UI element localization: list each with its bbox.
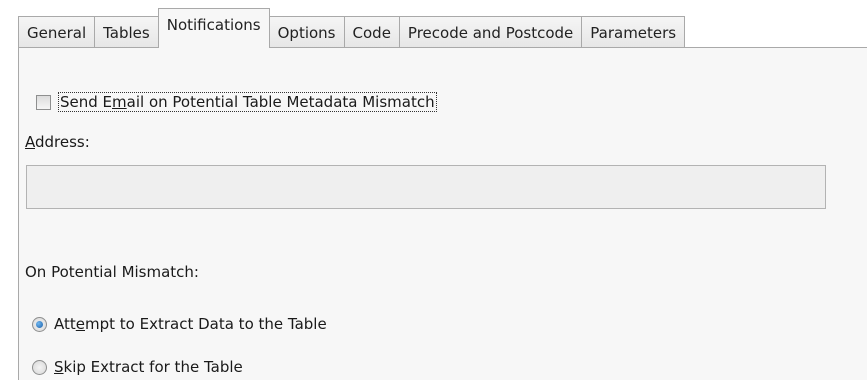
skip-extract-option[interactable]: Skip Extract for the Table	[32, 358, 243, 376]
tab-strip: General Tables Notifications Options Cod…	[18, 0, 686, 48]
address-field[interactable]	[26, 165, 826, 209]
tab-general[interactable]: General	[18, 16, 95, 48]
on-mismatch-label: On Potential Mismatch:	[25, 263, 199, 281]
attempt-extract-radio[interactable]	[32, 316, 47, 332]
skip-extract-radio[interactable]	[32, 359, 47, 375]
attempt-extract-label[interactable]: Attempt to Extract Data to the Table	[54, 315, 327, 333]
dialog-root: General Tables Notifications Options Cod…	[0, 0, 867, 380]
send-email-checkbox[interactable]	[36, 94, 51, 110]
address-label: Address:	[25, 133, 90, 151]
notifications-panel: Send Email on Potential Table Metadata M…	[18, 47, 867, 380]
skip-extract-label[interactable]: Skip Extract for the Table	[54, 358, 243, 376]
tab-code[interactable]: Code	[343, 16, 399, 48]
send-email-label[interactable]: Send Email on Potential Table Metadata M…	[58, 92, 437, 112]
tab-precode-postcode[interactable]: Precode and Postcode	[398, 16, 582, 48]
attempt-extract-option[interactable]: Attempt to Extract Data to the Table	[32, 315, 327, 333]
tab-options[interactable]: Options	[269, 16, 344, 48]
tab-parameters[interactable]: Parameters	[581, 16, 686, 48]
tab-tables[interactable]: Tables	[94, 16, 158, 48]
tab-notifications[interactable]: Notifications	[157, 8, 270, 48]
send-email-option[interactable]: Send Email on Potential Table Metadata M…	[36, 92, 437, 112]
